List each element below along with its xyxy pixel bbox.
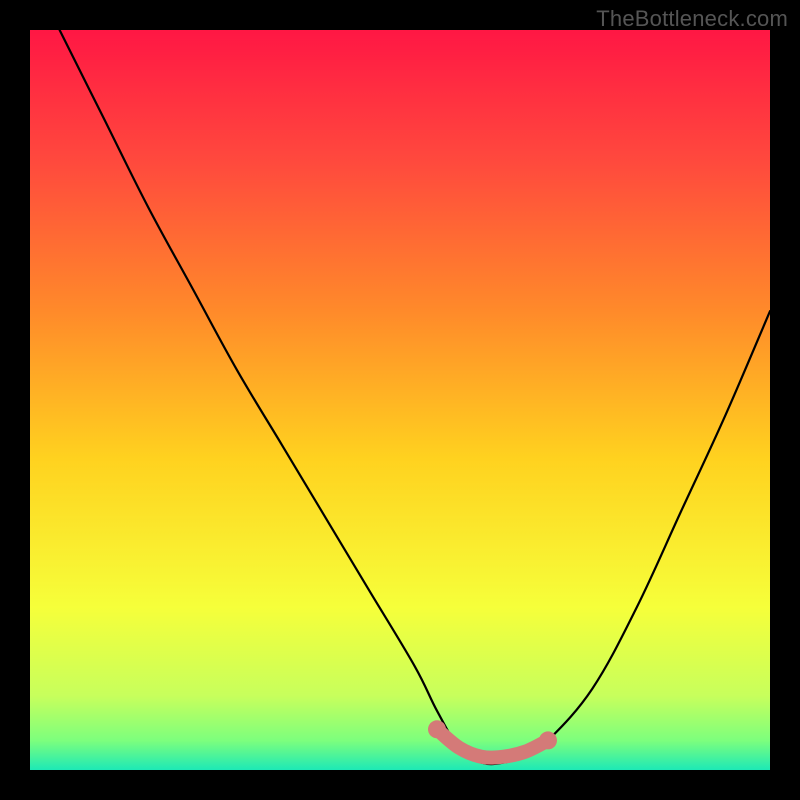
- watermark-text: TheBottleneck.com: [596, 6, 788, 32]
- chart-plot-area: [30, 30, 770, 770]
- bottleneck-chart: [0, 0, 800, 800]
